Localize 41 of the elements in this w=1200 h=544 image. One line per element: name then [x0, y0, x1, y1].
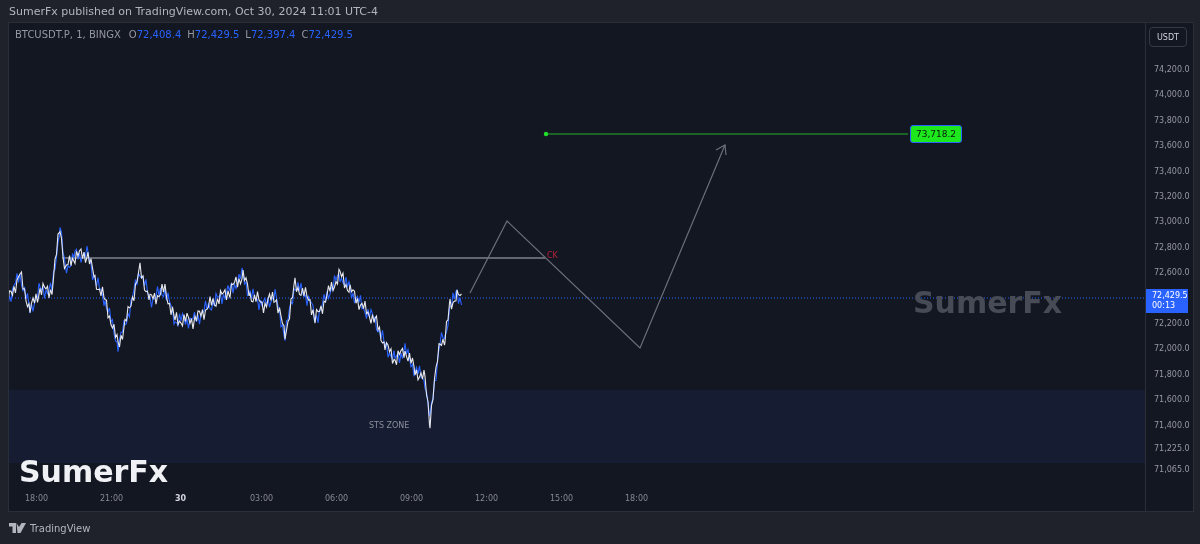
price-label: 73,000.0 [1154, 217, 1190, 227]
price-label: 72,800.0 [1154, 242, 1190, 252]
price-label: 71,600.0 [1154, 395, 1190, 405]
time-label: 18:00 [625, 494, 649, 503]
watermark: SumerFx [913, 285, 1063, 320]
currency-button[interactable]: USDT [1149, 27, 1187, 47]
time-label: 09:00 [400, 494, 424, 503]
publish-note: SumerFx published on TradingView.com, Oct 30, 2024 11:01 UTC-4 [9, 4, 378, 18]
time-label: 12:00 [475, 494, 499, 503]
price-label: 74,200.0 [1154, 65, 1190, 74]
ohlc-value: C72,429.5 [301, 29, 353, 40]
ohlc-value: L72,397.4 [245, 29, 296, 40]
countdown: 00:13 [1152, 301, 1177, 311]
time-label: 18:00 [25, 494, 49, 503]
price-label: 73,200.0 [1154, 192, 1190, 201]
chart-caption: SumerFx [19, 454, 169, 489]
price-label: 71,065.0 [1154, 465, 1190, 475]
logo-icon [9, 523, 26, 533]
time-label: 03:00 [250, 494, 274, 503]
price-label: 71,400.0 [1154, 420, 1190, 430]
price-label: 73,600.0 [1154, 141, 1190, 151]
price-label: 71,225.0 [1154, 444, 1190, 453]
price-label: 72,600.0 [1154, 268, 1190, 278]
time-label: 21:00 [100, 494, 124, 503]
brand-name: TradingView [30, 522, 91, 534]
zone-label: STS ZONE [369, 421, 410, 430]
price-label: 73,800.0 [1154, 115, 1190, 125]
time-label: 15:00 [550, 494, 574, 503]
target-price-label: 73,718.2 [910, 125, 963, 143]
price-label: 72,200.0 [1154, 319, 1190, 328]
last-price: 72,429.5 [1152, 291, 1188, 301]
ohlc-value: H72,429.5 [187, 29, 240, 40]
price-label: 72,000.0 [1154, 344, 1190, 354]
time-label: 06:00 [325, 494, 349, 503]
time-label: 30 [175, 494, 187, 503]
symbol-label: BTCUSDT.P, 1, BINGX [15, 29, 121, 40]
ohlc-value: O72,408.4 [128, 29, 182, 40]
price-label: 71,800.0 [1154, 369, 1190, 379]
price-label: 73,400.0 [1154, 166, 1190, 176]
level-note: CK [547, 251, 558, 260]
price-label: 74,000.0 [1154, 90, 1190, 100]
